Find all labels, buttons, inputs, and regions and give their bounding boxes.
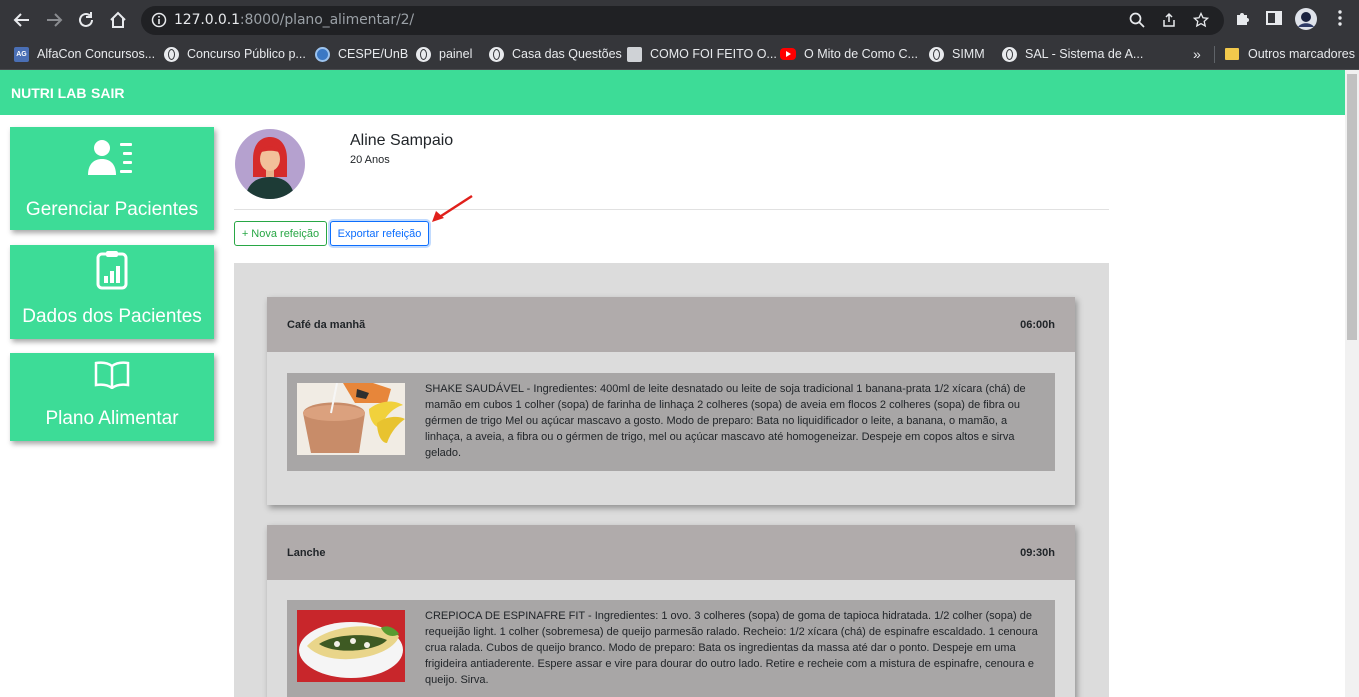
globe-icon [164,46,179,62]
site-info-icon[interactable] [151,12,167,33]
bookmark-painel[interactable]: painel [416,44,472,64]
bookmark-concurso-publico[interactable]: Concurso Público p... [164,44,306,64]
share-icon[interactable] [1161,12,1177,33]
globe-icon [1002,46,1017,62]
browser-toolbar: 127.0.0.1:8000/plano_alimentar/2/ [0,0,1359,40]
alfacon-icon: AG [14,46,29,62]
youtube-icon [780,48,796,60]
side-panel-icon[interactable] [1265,9,1283,32]
home-icon[interactable] [106,8,130,32]
globe-icon [929,46,944,62]
open-book-icon [94,361,130,394]
sidebar-item-dados-dos-pacientes[interactable]: Dados dos Pacientes [10,245,214,339]
smoothie-photo [297,383,405,455]
new-meal-button[interactable]: + Nova refeição [234,221,327,246]
clipboard-chart-icon [96,250,128,295]
bookmark-other-bookmarks[interactable]: Outros marcadores [1225,44,1355,64]
url-text: 127.0.0.1:8000/plano_alimentar/2/ [174,12,415,28]
extensions-icon[interactable] [1234,9,1252,32]
export-meal-button[interactable]: Exportar refeição [330,221,429,246]
meal-card: Café da manhã 06:00h SHAKE SAUDÁVEL - In… [267,297,1075,505]
meal-time: 09:30h [1020,547,1055,559]
bookmark-como-foi-feito[interactable]: COMO FOI FEITO O... [627,44,777,64]
globe-icon [489,46,504,62]
page-content: NUTRI LAB SAIR Gerenciar Pacientes Dados… [0,70,1345,697]
logout-link[interactable]: SAIR [91,85,124,101]
bookmark-star-icon[interactable] [1192,11,1210,33]
food-item: SHAKE SAUDÁVEL - Ingredientes: 400ml de … [287,373,1055,471]
brand-link[interactable]: NUTRI LAB [11,85,86,101]
sidebar-item-label: Dados dos Pacientes [22,306,202,327]
cespe-icon [315,46,330,62]
bookmark-alfacon[interactable]: AG AlfaCon Concursos... [14,44,155,64]
crepe-photo [297,610,405,682]
bookmark-simm[interactable]: SIMM [929,44,985,64]
food-description: CREPIOCA DE ESPINAFRE FIT - Ingredientes… [425,610,1038,686]
bookmark-o-mito[interactable]: O Mito de Como C... [780,44,918,64]
app-navbar: NUTRI LAB SAIR [0,70,1345,115]
chrome-menu-icon[interactable] [1331,9,1349,32]
profile-avatar-icon[interactable] [1294,7,1318,36]
video-icon [627,46,642,62]
reload-icon[interactable] [74,8,98,32]
bookmark-sal[interactable]: SAL - Sistema de A... [1002,44,1143,64]
patient-name: Aline Sampaio [350,132,454,149]
patient-avatar [235,129,305,199]
annotation-arrow-icon [432,194,473,222]
sidebar-item-label: Plano Alimentar [45,408,179,429]
forward-icon[interactable] [42,8,66,32]
bookmarks-divider [1214,46,1215,63]
food-description: SHAKE SAUDÁVEL - Ingredientes: 400ml de … [425,383,1026,459]
header-divider [234,209,1109,210]
food-item: CREPIOCA DE ESPINAFRE FIT - Ingredientes… [287,600,1055,697]
sidebar-item-gerenciar-pacientes[interactable]: Gerenciar Pacientes [10,127,214,230]
bookmarks-bar: AG AlfaCon Concursos... Concurso Público… [0,40,1359,70]
meal-card: Lanche 09:30h CREPIOCA DE ESPINAFRE FIT … [267,525,1075,697]
bookmarks-overflow-button[interactable]: » [1193,44,1201,64]
meal-title: Café da manhã [287,319,366,331]
zoom-icon[interactable] [1129,12,1145,33]
meals-container: Café da manhã 06:00h SHAKE SAUDÁVEL - In… [234,263,1109,697]
sidebar-item-plano-alimentar[interactable]: Plano Alimentar [10,353,214,441]
back-icon[interactable] [10,8,34,32]
meal-header: Café da manhã 06:00h [267,297,1075,352]
bookmark-cespe[interactable]: CESPE/UnB [315,44,408,64]
page-scrollbar-thumb[interactable] [1347,74,1357,340]
globe-icon [416,46,431,62]
folder-icon [1225,48,1239,60]
meal-time: 06:00h [1020,319,1055,331]
patient-age: 20 Anos [350,154,390,166]
bookmark-casa-das-questoes[interactable]: Casa das Questões [489,44,622,64]
address-bar[interactable]: 127.0.0.1:8000/plano_alimentar/2/ [141,6,1224,35]
sidebar-item-label: Gerenciar Pacientes [25,199,199,220]
patients-list-icon [88,139,136,182]
meal-title: Lanche [287,547,326,559]
meal-header: Lanche 09:30h [267,525,1075,580]
